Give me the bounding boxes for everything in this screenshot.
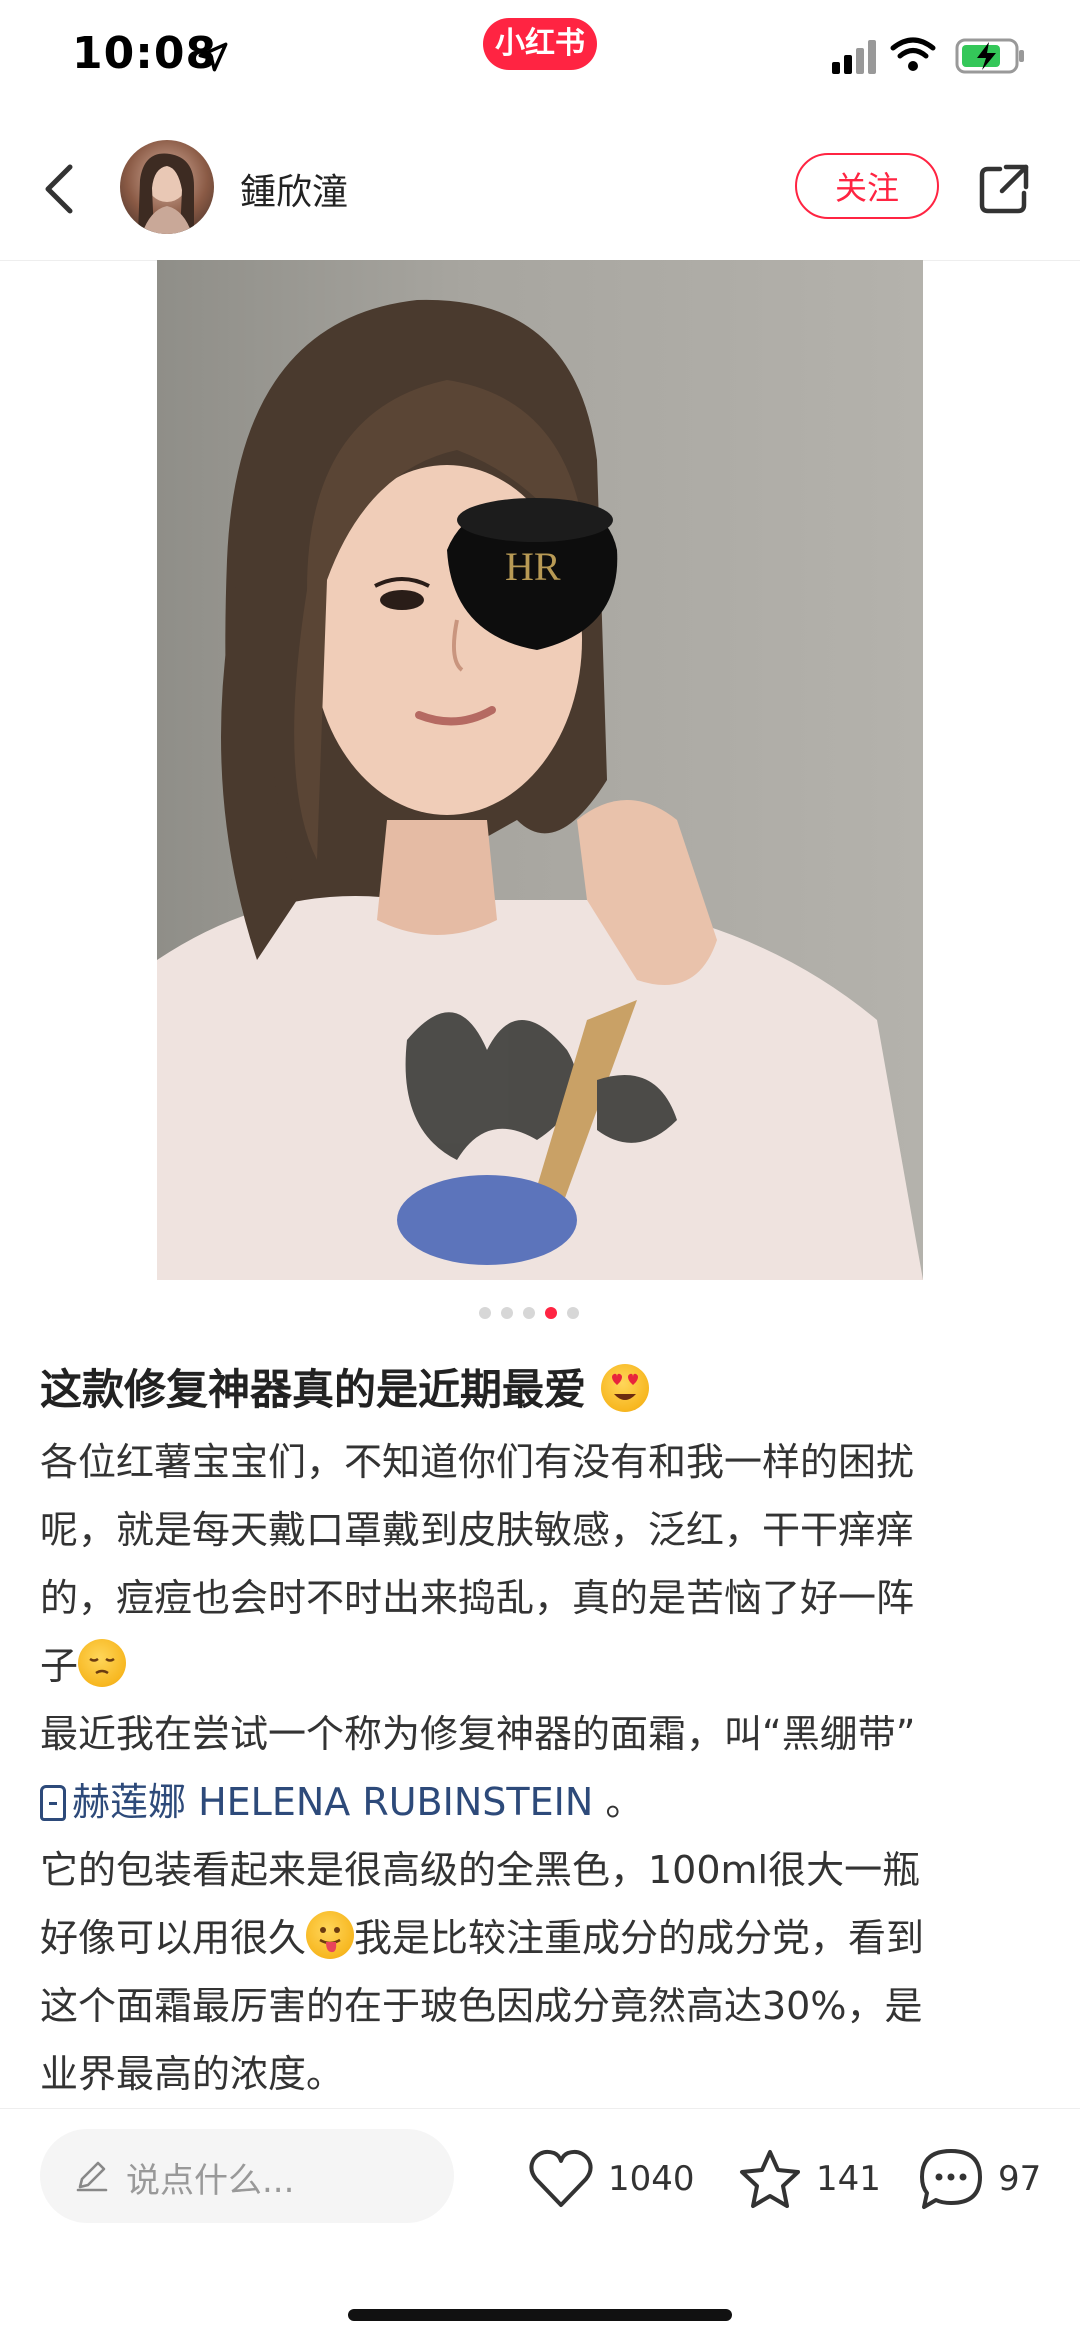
collect-count: 141	[816, 2159, 881, 2199]
post-photo[interactable]: HR	[157, 260, 923, 1280]
battery-charging-icon	[955, 38, 1024, 74]
app-logo-badge: 小红书	[483, 18, 597, 70]
brand-tag-icon	[40, 1785, 66, 1821]
comment-count: 97	[998, 2159, 1042, 2199]
body-text: 。	[605, 1780, 644, 1824]
body-line: 这个面霜最厉害的在于玻色因成分竟然高达30%，是	[40, 1984, 923, 2028]
svg-text:HR: HR	[505, 544, 561, 589]
wifi-icon	[890, 37, 936, 71]
post-photo-illustration: HR	[157, 299, 923, 1280]
heart-eyes-emoji	[600, 1364, 649, 1412]
body-line: 子	[40, 1632, 1050, 1700]
carousel-dot	[479, 1307, 491, 1319]
carousel-dot-active	[545, 1307, 557, 1319]
body-text: 好像可以用很久	[40, 1916, 307, 1960]
body-line: 它的包装看起来是很高级的全黑色，100ml很大一瓶	[40, 1848, 921, 1892]
share-icon[interactable]	[976, 161, 1032, 217]
comment-input[interactable]: 说点什么...	[40, 2129, 454, 2223]
carousel-dot	[523, 1307, 535, 1319]
tongue-emoji	[306, 1911, 355, 1959]
heart-icon	[529, 2149, 593, 2207]
pen-icon	[76, 2161, 108, 2192]
location-arrow-icon	[198, 42, 228, 72]
note-header: 鍾欣潼 关注	[0, 115, 1080, 261]
body-text: 子	[40, 1644, 79, 1688]
comment-button[interactable]: 97	[918, 2149, 1041, 2209]
post-body: 各位红薯宝宝们，不知道你们有没有和我一样的困扰 呢，就是每天戴口罩戴到皮肤敏感，…	[40, 1428, 1050, 2108]
body-line: 的，痘痘也会时不时出来捣乱，真的是苦恼了好一阵	[40, 1576, 915, 1620]
collect-button[interactable]: 141	[738, 2149, 881, 2209]
body-line: 最近我在尝试一个称为修复神器的面霜，叫“黑绷带”	[40, 1712, 916, 1756]
chevron-left-icon[interactable]	[36, 159, 88, 219]
author-name[interactable]: 鍾欣潼	[240, 163, 348, 215]
comment-placeholder: 说点什么...	[126, 2161, 295, 2201]
like-count: 1040	[608, 2159, 695, 2199]
body-line: 呢，就是每天戴口罩戴到皮肤敏感，泛红，干干痒痒	[40, 1508, 915, 1552]
star-icon	[740, 2150, 800, 2208]
carousel-dot	[567, 1307, 579, 1319]
body-line: 好像可以用很久 我是比较注重成分的成分党，看到	[40, 1904, 1050, 1972]
carousel-dot	[501, 1307, 513, 1319]
post-title: 这款修复神器真的是近期最爱	[40, 1358, 1050, 1422]
body-line: 业界最高的浓度。	[40, 2052, 345, 2096]
brand-tag-link[interactable]: 赫莲娜 HELENA RUBINSTEIN	[40, 1780, 593, 1824]
pensive-emoji	[78, 1639, 127, 1687]
carousel-indicator	[479, 1307, 579, 1321]
signal-icon	[832, 40, 876, 74]
status-bar: 10:08 小红书	[0, 0, 1080, 115]
follow-button[interactable]: 关注	[795, 153, 939, 219]
bottom-action-bar: 说点什么... 1040 141 97	[0, 2108, 1080, 2338]
brand-tag-label: 赫莲娜 HELENA RUBINSTEIN	[72, 1780, 594, 1824]
home-indicator[interactable]	[348, 2309, 732, 2321]
body-text: 我是比较注重成分的成分党，看到	[354, 1916, 925, 1960]
post-title-text: 这款修复神器真的是近期最爱	[40, 1365, 587, 1414]
avatar[interactable]	[120, 140, 214, 234]
like-button[interactable]: 1040	[528, 2149, 695, 2209]
comment-bubble-icon	[920, 2149, 982, 2209]
body-line: 赫莲娜 HELENA RUBINSTEIN 。	[40, 1768, 1050, 1836]
body-line: 各位红薯宝宝们，不知道你们有没有和我一样的困扰	[40, 1440, 915, 1484]
